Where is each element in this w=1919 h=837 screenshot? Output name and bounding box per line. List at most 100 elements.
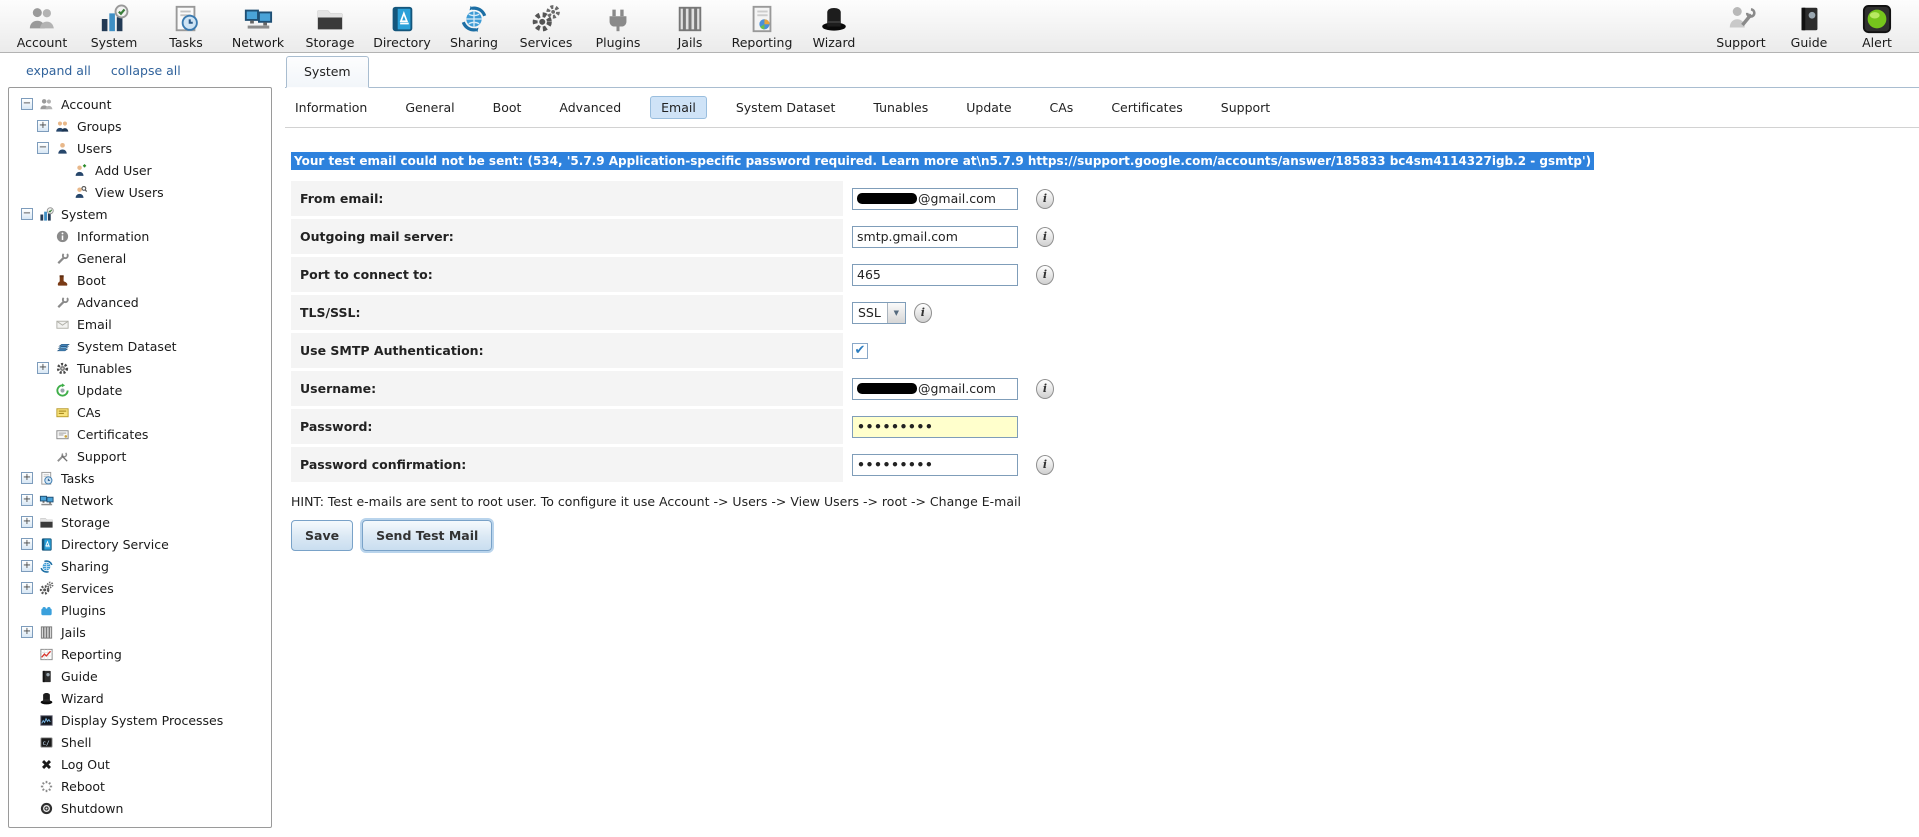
sidebar-item-system-dataset[interactable]: System Dataset xyxy=(9,335,271,357)
sidebar-item-cas[interactable]: CAs xyxy=(9,401,271,423)
sidebar-item-shell[interactable]: c/Shell xyxy=(9,731,271,753)
toolbar-item-plugins[interactable]: Plugins xyxy=(582,3,654,50)
sidebar-item-system[interactable]: − System xyxy=(9,203,271,225)
sidebar-item-reporting[interactable]: Reporting xyxy=(9,643,271,665)
toolbar-item-label: System xyxy=(90,35,138,50)
sidebar-item-update[interactable]: Update xyxy=(9,379,271,401)
info-icon[interactable]: i xyxy=(1036,264,1054,285)
toolbar-item-system[interactable]: System xyxy=(78,3,150,50)
collapse-all-link[interactable]: collapse all xyxy=(111,63,181,78)
chevron-down-icon[interactable]: ▼ xyxy=(886,302,905,323)
sidebar-item-email[interactable]: Email xyxy=(9,313,271,335)
sidebar-item-shutdown[interactable]: Shutdown xyxy=(9,797,271,819)
toolbar-item-guide[interactable]: Guide xyxy=(1775,3,1843,50)
outgoing-mail-server-input[interactable]: smtp.gmail.com xyxy=(852,225,1018,248)
info-icon[interactable]: i xyxy=(1036,188,1054,209)
subtab-cas[interactable]: CAs xyxy=(1046,96,1078,119)
from-email-input[interactable]: @gmail.com xyxy=(852,187,1018,210)
collapse-toggle-icon[interactable]: − xyxy=(37,142,49,154)
expand-toggle-icon[interactable]: + xyxy=(21,582,33,594)
redaction-blob xyxy=(857,193,917,204)
subtab-support[interactable]: Support xyxy=(1217,96,1274,119)
info-icon[interactable]: i xyxy=(913,302,932,323)
sidebar-item-view-users[interactable]: View Users xyxy=(9,181,271,203)
sidebar-item-network[interactable]: + Network xyxy=(9,489,271,511)
sidebar-item-display-system-processes[interactable]: Display System Processes xyxy=(9,709,271,731)
expand-toggle-icon[interactable]: + xyxy=(37,362,49,374)
toolbar-item-reporting[interactable]: Reporting xyxy=(726,3,798,50)
password-confirmation-input[interactable]: ••••••••• xyxy=(852,453,1018,476)
send-test-mail-button[interactable]: Send Test Mail xyxy=(362,520,493,551)
subtab-general[interactable]: General xyxy=(401,96,458,119)
subtab-information[interactable]: Information xyxy=(291,96,371,119)
tab-system[interactable]: System xyxy=(286,56,369,88)
subtab-certificates[interactable]: Certificates xyxy=(1107,96,1186,119)
sidebar-item-log-out[interactable]: Log Out xyxy=(9,753,271,775)
info-icon[interactable]: i xyxy=(1036,378,1054,399)
sidebar-item-users[interactable]: − Users xyxy=(9,137,271,159)
toolbar-item-alert[interactable]: Alert xyxy=(1843,3,1911,50)
sidebar-item-services[interactable]: + Services xyxy=(9,577,271,599)
subtab-advanced[interactable]: Advanced xyxy=(555,96,625,119)
username-input[interactable]: @gmail.com xyxy=(852,377,1018,400)
password-input[interactable]: ••••••••• xyxy=(852,415,1018,438)
email-error-message: Your test email could not be sent: (534,… xyxy=(291,152,1595,170)
collapse-toggle-icon[interactable]: − xyxy=(21,98,33,110)
toolbar-item-tasks[interactable]: Tasks xyxy=(150,3,222,50)
expand-toggle-icon[interactable]: + xyxy=(21,538,33,550)
sidebar-item-storage[interactable]: + Storage xyxy=(9,511,271,533)
sidebar-item-tasks[interactable]: + Tasks xyxy=(9,467,271,489)
sidebar-item-account[interactable]: − Account xyxy=(9,93,271,115)
expand-toggle-icon[interactable]: + xyxy=(21,494,33,506)
toolbar-item-support[interactable]: Support xyxy=(1707,3,1775,50)
toolbar-item-directory[interactable]: Directory xyxy=(366,3,438,50)
save-button[interactable]: Save xyxy=(291,520,354,551)
field-area: ✔ xyxy=(852,342,868,359)
sidebar-item-label: Display System Processes xyxy=(61,712,224,728)
subtab-email[interactable]: Email xyxy=(650,96,707,119)
sidebar-item-general[interactable]: General xyxy=(9,247,271,269)
toolbar-item-wizard[interactable]: Wizard xyxy=(798,3,870,50)
subtab-update[interactable]: Update xyxy=(962,96,1015,119)
toolbar-item-jails[interactable]: Jails xyxy=(654,3,726,50)
info-icon[interactable]: i xyxy=(1036,226,1054,247)
sidebar-item-plugins[interactable]: Plugins xyxy=(9,599,271,621)
sidebar-item-information[interactable]: Information xyxy=(9,225,271,247)
smtp-auth-checkbox[interactable]: ✔ xyxy=(852,342,868,359)
sidebar-item-directory-service[interactable]: + Directory Service xyxy=(9,533,271,555)
expand-all-link[interactable]: expand all xyxy=(26,63,91,78)
toolbar-item-network[interactable]: Network xyxy=(222,3,294,50)
sidebar-item-guide[interactable]: Guide xyxy=(9,665,271,687)
subtab-tunables[interactable]: Tunables xyxy=(869,96,932,119)
sidebar-item-label: CAs xyxy=(77,404,101,420)
tls-ssl-select[interactable]: SSL ▼ xyxy=(852,301,906,324)
toolbar-item-sharing[interactable]: Sharing xyxy=(438,3,510,50)
sidebar-item-wizard[interactable]: Wizard xyxy=(9,687,271,709)
sidebar-item-tunables[interactable]: + Tunables xyxy=(9,357,271,379)
sidebar-item-certificates[interactable]: Certificates xyxy=(9,423,271,445)
collapse-toggle-icon[interactable]: − xyxy=(21,208,33,220)
toolbar-item-account[interactable]: Account xyxy=(6,3,78,50)
sidebar-item-sharing[interactable]: + Sharing xyxy=(9,555,271,577)
toolbar-item-storage[interactable]: Storage xyxy=(294,3,366,50)
expand-toggle-icon[interactable]: + xyxy=(37,120,49,132)
sidebar-item-reboot[interactable]: Reboot xyxy=(9,775,271,797)
subtab-boot[interactable]: Boot xyxy=(489,96,526,119)
sidebar-item-groups[interactable]: + Groups xyxy=(9,115,271,137)
sidebar-item-support[interactable]: Support xyxy=(9,445,271,467)
port-to-connect-to-input[interactable]: 465 xyxy=(852,263,1018,286)
expand-toggle-icon[interactable]: + xyxy=(21,516,33,528)
info-icon[interactable]: i xyxy=(1036,454,1054,475)
subtab-system-dataset[interactable]: System Dataset xyxy=(732,96,840,119)
chart-red-icon xyxy=(39,646,55,662)
toolbar-item-services[interactable]: Services xyxy=(510,3,582,50)
expand-toggle-icon[interactable]: + xyxy=(21,560,33,572)
sidebar-item-advanced[interactable]: Advanced xyxy=(9,291,271,313)
sidebar-item-boot[interactable]: Boot xyxy=(9,269,271,291)
sidebar-item-add-user[interactable]: Add User xyxy=(9,159,271,181)
input-value: ••••••••• xyxy=(857,419,934,434)
expand-toggle-icon[interactable]: + xyxy=(21,472,33,484)
sidebar-item-label: Groups xyxy=(77,118,122,134)
expand-toggle-icon[interactable]: + xyxy=(21,626,33,638)
sidebar-item-jails[interactable]: + Jails xyxy=(9,621,271,643)
